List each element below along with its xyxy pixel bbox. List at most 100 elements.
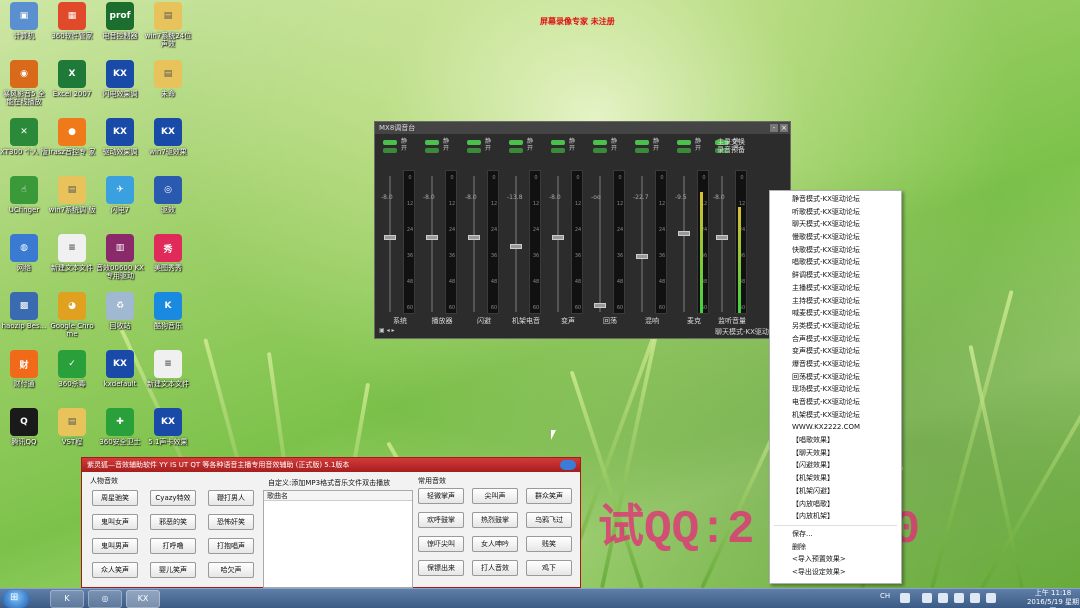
tray-volume-icon[interactable] bbox=[986, 593, 996, 603]
desktop-icon[interactable]: ✈ 闪电7 bbox=[96, 176, 144, 232]
sound-effect-button[interactable]: 欢呼鼓掌 bbox=[418, 512, 464, 528]
desktop-icon[interactable]: ◕ Google Chrome bbox=[48, 292, 96, 348]
sound-effect-button[interactable]: 尖叫声 bbox=[472, 488, 518, 504]
menu-item[interactable]: 保存... bbox=[770, 528, 901, 541]
desktop-icon[interactable]: KX 5.1声卡效果 bbox=[144, 408, 192, 464]
tray-network-icon[interactable] bbox=[922, 593, 932, 603]
sound-effect-button[interactable]: 邪恶的笑 bbox=[150, 514, 196, 530]
desktop-icon[interactable]: ▤ 未命 bbox=[144, 60, 192, 116]
taskbar-app-speaker[interactable]: ◎ bbox=[88, 590, 122, 608]
sound-effect-button[interactable]: 鬼叫男声 bbox=[92, 538, 138, 554]
desktop-icon[interactable]: Q 腾讯QQ bbox=[0, 408, 48, 464]
sound-effect-button[interactable]: 打抱唱声 bbox=[208, 538, 254, 554]
menu-item[interactable]: 【内放唱歌】 bbox=[770, 498, 901, 511]
desktop-icon[interactable]: K 酷狗音乐 bbox=[144, 292, 192, 348]
desktop-icon[interactable]: ◎ 驱效 bbox=[144, 176, 192, 232]
menu-item[interactable]: <导出设定效果> bbox=[770, 566, 901, 579]
sound-effect-button[interactable]: 鞭打男人 bbox=[208, 490, 254, 506]
sound-effect-button[interactable]: 热烈鼓掌 bbox=[472, 512, 518, 528]
menu-item[interactable]: 【唱歌效果】 bbox=[770, 434, 901, 447]
system-clock[interactable]: 上午 11:18 2016/5/19 星期四 bbox=[1026, 589, 1080, 608]
channel-led[interactable] bbox=[509, 140, 523, 145]
menu-item[interactable]: 【闪避效果】 bbox=[770, 459, 901, 472]
desktop-icon[interactable]: ✓ 360杀毒 bbox=[48, 350, 96, 406]
desktop-icon[interactable]: ▤ win7系统24位声效 bbox=[144, 2, 192, 58]
fader-knob[interactable] bbox=[716, 234, 728, 240]
channel-led[interactable] bbox=[677, 148, 691, 153]
fader-knob[interactable] bbox=[510, 243, 522, 249]
desktop-icon[interactable]: ✚ 360安全卫士 bbox=[96, 408, 144, 464]
menu-item[interactable]: 爆音模式-KX驱动论坛 bbox=[770, 358, 901, 371]
desktop-icon[interactable]: ▤ win7系统调 版 bbox=[48, 176, 96, 232]
channel-led[interactable] bbox=[677, 140, 691, 145]
desktop-icon[interactable]: ☝ UCfinger bbox=[0, 176, 48, 232]
mixer-titlebar[interactable]: MX8调音台 - × bbox=[375, 122, 790, 134]
fader-knob[interactable] bbox=[552, 234, 564, 240]
menu-item[interactable]: 静音模式-KX驱动论坛 bbox=[770, 193, 901, 206]
menu-item[interactable]: 慢歌模式-KX驱动论坛 bbox=[770, 231, 901, 244]
menu-item[interactable]: 鲜调模式-KX驱动论坛 bbox=[770, 269, 901, 282]
menu-item[interactable]: 另类模式-KX驱动论坛 bbox=[770, 320, 901, 333]
sound-effect-button[interactable]: 群众笑声 bbox=[526, 488, 572, 504]
mixer-side-label[interactable]: 主录交换 bbox=[717, 138, 745, 146]
menu-item[interactable]: 快歌模式-KX驱动论坛 bbox=[770, 244, 901, 257]
mixer-channel[interactable]: 静开 -22.7 0 12 24 36 48 60 混响 bbox=[631, 138, 673, 328]
desktop-icon[interactable]: ▤ VST程 bbox=[48, 408, 96, 464]
tray-flag-icon[interactable] bbox=[970, 593, 980, 603]
desktop-icon[interactable]: X Excel 2007 bbox=[48, 60, 96, 116]
menu-item[interactable]: 听歌模式-KX驱动论坛 bbox=[770, 206, 901, 219]
helper-tray-icon[interactable] bbox=[560, 460, 576, 470]
sound-effect-button[interactable]: 鸡下 bbox=[526, 560, 572, 576]
desktop-icon[interactable]: ◉ 暴风影音5 全能在线播放 bbox=[0, 60, 48, 116]
fader-knob[interactable] bbox=[594, 303, 606, 309]
channel-led[interactable] bbox=[509, 148, 523, 153]
channel-led[interactable] bbox=[551, 140, 565, 145]
sound-effect-button[interactable]: 鬼叫女声 bbox=[92, 514, 138, 530]
channel-led[interactable] bbox=[635, 140, 649, 145]
menu-item[interactable]: 【机架闪避】 bbox=[770, 485, 901, 498]
sound-effect-button[interactable]: 乌鸦飞过 bbox=[526, 512, 572, 528]
menu-item[interactable]: 合声模式-KX驱动论坛 bbox=[770, 333, 901, 346]
channel-led[interactable] bbox=[593, 148, 607, 153]
sound-effect-button[interactable]: 众人笑声 bbox=[92, 562, 138, 578]
desktop-icon[interactable]: ≡ 新建文本文件 bbox=[48, 234, 96, 290]
fader-knob[interactable] bbox=[678, 230, 690, 236]
fader-knob[interactable] bbox=[384, 234, 396, 240]
desktop-icon[interactable]: ▦ 360软件管家 bbox=[48, 2, 96, 58]
desktop-icon[interactable]: ● irasz音控专 家 bbox=[48, 118, 96, 174]
sound-effect-button[interactable]: 轻微掌声 bbox=[418, 488, 464, 504]
minimize-icon[interactable]: - bbox=[770, 124, 778, 132]
menu-item[interactable]: <导入预置效果> bbox=[770, 553, 901, 566]
desktop-icon[interactable]: ✕ XT300 个人 版 bbox=[0, 118, 48, 174]
desktop-icon[interactable]: 财财付通 bbox=[0, 350, 48, 406]
desktop-icon[interactable]: ▩ haozip Bes... bbox=[0, 292, 48, 348]
taskbar-app-kx[interactable]: KX bbox=[126, 590, 160, 608]
channel-led[interactable] bbox=[635, 148, 649, 153]
tray-antivirus-icon[interactable] bbox=[938, 593, 948, 603]
close-icon[interactable]: × bbox=[780, 124, 788, 132]
desktop-icon[interactable]: KX kxdefault bbox=[96, 350, 144, 406]
mixer-window[interactable]: MX8调音台 - × 静开 -8.0 0 12 24 36 48 60 系统 静开 -8.0 0 12 2… bbox=[374, 121, 791, 339]
fader-knob[interactable] bbox=[636, 254, 648, 259]
menu-item[interactable]: 【聊天效果】 bbox=[770, 447, 901, 460]
mixer-side-label[interactable]: 录音预备 bbox=[717, 146, 745, 154]
menu-item[interactable]: WWW.KX2222.COM bbox=[770, 421, 901, 434]
menu-item[interactable]: 主持模式-KX驱动论坛 bbox=[770, 295, 901, 308]
tray-kx-icon[interactable] bbox=[954, 593, 964, 603]
sound-effect-button[interactable]: 哈欠声 bbox=[208, 562, 254, 578]
sound-helper-window[interactable]: 紫灵狐—音效辅助软件 YY IS UT QT 等各种语音主播专用音效辅助 (正式… bbox=[81, 457, 581, 588]
menu-item[interactable]: 聊天模式-KX驱动论坛 bbox=[770, 218, 901, 231]
channel-led[interactable] bbox=[551, 148, 565, 153]
mixer-channel[interactable]: 静开 -8.0 0 12 24 36 48 60 变声 bbox=[547, 138, 589, 328]
desktop-icon[interactable]: ▣ 计算机 bbox=[0, 2, 48, 58]
sound-effect-button[interactable]: 女人呻吟 bbox=[472, 536, 518, 552]
sound-effect-button[interactable]: 保镖出来 bbox=[418, 560, 464, 576]
sound-effect-button[interactable]: Cyazy特效 bbox=[150, 490, 196, 506]
mixer-bottom-controls[interactable]: ▣ ◂ ▸ bbox=[379, 327, 395, 334]
channel-led[interactable] bbox=[425, 140, 439, 145]
mixer-channel[interactable]: 静开 -8.0 0 12 24 36 48 60 播放器 bbox=[421, 138, 463, 328]
desktop-icon[interactable]: ♻ 回收站 bbox=[96, 292, 144, 348]
mixer-channel[interactable]: 静开 -8.0 0 12 24 36 48 60 监听音量 bbox=[711, 138, 753, 328]
desktop-icon[interactable]: ≡ 新建文本文件 bbox=[144, 350, 192, 406]
taskbar-app-kugou[interactable]: K bbox=[50, 590, 84, 608]
